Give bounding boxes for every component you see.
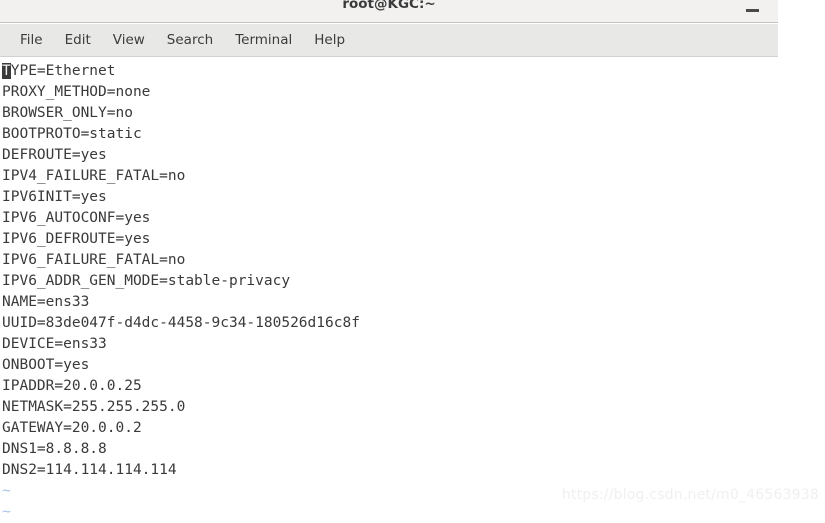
terminal-window: root@KGC:~ File Edit View Search Termina…	[0, 0, 778, 523]
terminal-line: NAME=ens33	[2, 294, 90, 310]
vim-empty-line-marker: ~	[2, 483, 11, 499]
terminal-line: BOOTPROTO=static	[2, 126, 142, 142]
terminal-line: BROWSER_ONLY=no	[2, 105, 133, 121]
terminal-line: DEVICE=ens33	[2, 336, 107, 352]
menu-bar: File Edit View Search Terminal Help	[0, 24, 778, 57]
terminal-line: GATEWAY=20.0.0.2	[2, 420, 142, 436]
menu-item-view[interactable]: View	[104, 30, 154, 50]
menu-item-file[interactable]: File	[11, 30, 52, 50]
menu-item-help[interactable]: Help	[305, 30, 354, 50]
terminal-line: DEFROUTE=yes	[2, 147, 107, 163]
terminal-line: IPV4_FAILURE_FATAL=no	[2, 168, 186, 184]
vim-empty-line-marker: ~	[2, 504, 11, 520]
menu-item-terminal[interactable]: Terminal	[226, 30, 301, 50]
terminal-line-text: YPE=Ethernet	[10, 63, 116, 79]
window-title: root@KGC:~	[342, 0, 436, 12]
terminal-line: UUID=83de047f-d4dc-4458-9c34-180526d16c8…	[2, 315, 360, 331]
title-bar: root@KGC:~	[0, 0, 778, 23]
terminal-line: IPV6INIT=yes	[2, 189, 107, 205]
terminal-line: PROXY_METHOD=none	[2, 84, 151, 100]
terminal-line: IPV6_DEFROUTE=yes	[2, 231, 151, 247]
terminal-line: ONBOOT=yes	[2, 357, 90, 373]
menu-item-edit[interactable]: Edit	[56, 30, 100, 50]
terminal-line: IPV6_ADDR_GEN_MODE=stable-privacy	[2, 273, 291, 289]
menu-item-search[interactable]: Search	[158, 30, 222, 50]
terminal-line: TYPE=Ethernet	[2, 61, 778, 82]
terminal-line: DNS2=114.114.114.114	[2, 462, 177, 478]
terminal-output[interactable]: TYPE=Ethernet PROXY_METHOD=none BROWSER_…	[0, 57, 778, 523]
terminal-line: DNS1=8.8.8.8	[2, 441, 107, 457]
terminal-line: IPADDR=20.0.0.25	[2, 378, 142, 394]
text-cursor: T	[2, 63, 11, 79]
terminal-line: IPV6_FAILURE_FATAL=no	[2, 252, 186, 268]
terminal-line: IPV6_AUTOCONF=yes	[2, 210, 151, 226]
minimize-glyph	[746, 9, 759, 12]
terminal-line: NETMASK=255.255.255.0	[2, 399, 186, 415]
minimize-icon[interactable]	[745, 4, 760, 18]
